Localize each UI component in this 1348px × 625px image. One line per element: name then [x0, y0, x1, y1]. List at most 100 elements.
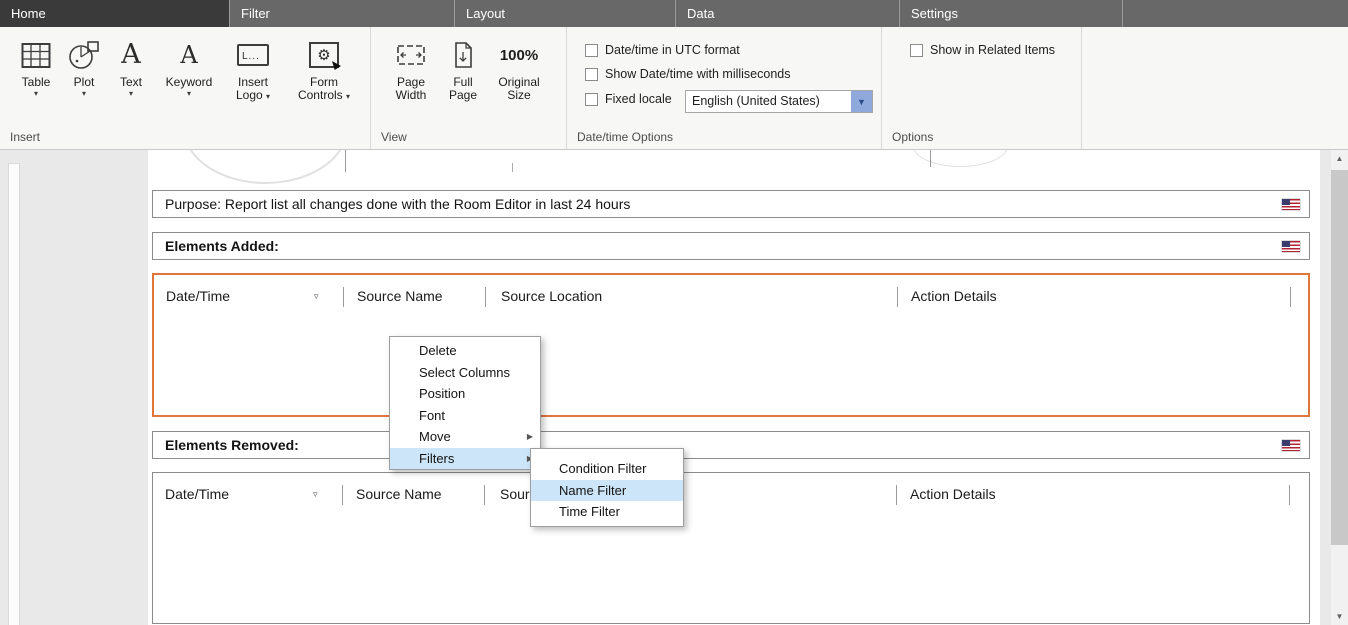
form-controls-button[interactable]: ⚙ Form Controls ▾ [286, 34, 362, 102]
us-flag-icon [1282, 199, 1300, 210]
top-remnant-tick-1 [345, 150, 346, 172]
ribbon-group-datetime: Date/time in UTC format Show Date/time w… [567, 27, 882, 149]
column-header-datetime[interactable]: Date/Time [166, 288, 230, 304]
context-menu: Delete Select Columns Position Font Move… [389, 336, 541, 470]
locale-dropdown-arrow-icon: ▼ [857, 97, 866, 107]
cursor-icon [332, 61, 341, 70]
insert-table-label: Table [22, 76, 51, 89]
scrollbar-thumb[interactable] [1331, 170, 1348, 545]
ribbon-group-insert: Table ▾ Plot ▾ A Text ▾ A Keyword ▾ [0, 27, 371, 149]
menu-item-condition-filter[interactable]: Condition Filter [531, 458, 683, 480]
elements-removed-text: Elements Removed: [165, 432, 299, 458]
menu-item-delete-label: Delete [419, 343, 457, 358]
purpose-element[interactable]: Purpose: Report list all changes done wi… [152, 190, 1310, 218]
menu-item-font-label: Font [419, 408, 445, 423]
elements-added-table[interactable]: Date/Time ▿ Source Name Source Location … [152, 273, 1310, 417]
insert-text-dropdown-icon: ▾ [129, 89, 133, 99]
options-group-label: Options [892, 130, 933, 144]
elements-removed-element[interactable]: Elements Removed: [152, 431, 1310, 459]
menu-item-time-filter[interactable]: Time Filter [531, 501, 683, 523]
datetime-filter-caret-icon[interactable]: ▿ [313, 489, 318, 499]
menu-item-move-label: Move [419, 429, 451, 444]
scroll-up-button[interactable]: ▲ [1331, 150, 1348, 167]
insert-logo-icon-text: L... [242, 50, 260, 63]
fixed-locale-checkbox[interactable] [585, 93, 598, 106]
column-separator [1290, 287, 1291, 307]
datetime-filter-caret-icon[interactable]: ▿ [314, 291, 319, 301]
column-separator [484, 485, 485, 505]
menu-item-position[interactable]: Position [390, 383, 540, 405]
us-flag-icon [1282, 241, 1300, 252]
page-width-label-line2: Width [396, 89, 427, 102]
column-separator [343, 287, 344, 307]
tab-data-label: Data [687, 6, 714, 21]
insert-logo-dropdown-icon: ▾ [266, 92, 270, 101]
scroll-down-button[interactable]: ▼ [1331, 608, 1348, 625]
tab-settings[interactable]: Settings [900, 0, 1123, 27]
full-page-icon [452, 34, 474, 76]
locale-dropdown-button[interactable]: ▼ [851, 91, 872, 112]
insert-logo-button[interactable]: L... Insert Logo ▾ [224, 34, 282, 102]
insert-keyword-dropdown-icon: ▾ [187, 89, 191, 99]
column-header-action-details[interactable]: Action Details [911, 288, 997, 304]
menu-item-filters[interactable]: Filters▶ [390, 448, 540, 470]
menu-item-move[interactable]: Move ▶ [390, 426, 540, 448]
ribbon: Table ▾ Plot ▾ A Text ▾ A Keyword ▾ [0, 27, 1348, 150]
submenu-arrow-icon: ▶ [527, 426, 533, 448]
purpose-text: Purpose: Report list all changes done wi… [165, 191, 630, 217]
insert-table-button[interactable]: Table ▾ [12, 34, 60, 99]
report-page: Purpose: Report list all changes done wi… [148, 150, 1320, 625]
utc-checkbox[interactable] [585, 44, 598, 57]
plot-icon [68, 34, 100, 76]
ribbon-tab-bar: Home Filter Layout Data Settings [0, 0, 1348, 27]
locale-dropdown[interactable]: English (United States) ▼ [685, 90, 873, 113]
column-separator [342, 485, 343, 505]
column-header-source-location[interactable]: Source Location [501, 288, 602, 304]
tab-layout[interactable]: Layout [455, 0, 676, 27]
insert-keyword-button[interactable]: A Keyword ▾ [156, 34, 222, 99]
milliseconds-checkbox-label: Show Date/time with milliseconds [605, 67, 791, 81]
utc-checkbox-label: Date/time in UTC format [605, 43, 740, 57]
insert-group-label: Insert [10, 130, 40, 144]
tab-home-label: Home [11, 6, 46, 21]
us-flag-icon [1282, 440, 1300, 451]
elements-added-element[interactable]: Elements Added: [152, 232, 1310, 260]
insert-plot-button[interactable]: Plot ▾ [62, 34, 106, 99]
column-header-action-details[interactable]: Action Details [910, 486, 996, 502]
original-size-button[interactable]: 100% Original Size [489, 34, 549, 102]
related-items-checkbox[interactable] [910, 44, 923, 57]
document-area: Purpose: Report list all changes done wi… [0, 150, 1348, 625]
tab-data[interactable]: Data [676, 0, 900, 27]
elements-removed-table[interactable]: Date/Time ▿ Source Name Source Location … [152, 472, 1310, 624]
keyword-letter-icon: A [180, 40, 197, 70]
filters-submenu: Condition Filter Name Filter Time Filter [530, 448, 684, 527]
menu-item-condition-filter-label: Condition Filter [559, 461, 646, 476]
milliseconds-checkbox[interactable] [585, 68, 598, 81]
insert-text-button[interactable]: A Text ▾ [108, 34, 154, 99]
menu-item-name-filter[interactable]: Name Filter [531, 480, 683, 502]
column-separator [897, 287, 898, 307]
column-header-source-name[interactable]: Source Name [357, 288, 443, 304]
gear-icon: ⚙ [317, 48, 330, 63]
datetime-group-label: Date/time Options [577, 130, 673, 144]
insert-text-label: Text [120, 76, 142, 89]
logo-watermark-arc-2 [913, 150, 1008, 167]
column-header-source-name[interactable]: Source Name [356, 486, 442, 502]
tab-filter-label: Filter [241, 6, 270, 21]
menu-item-filters-label: Filters [419, 451, 454, 466]
menu-item-select-columns[interactable]: Select Columns [390, 362, 540, 384]
tab-filter[interactable]: Filter [230, 0, 455, 27]
tab-home[interactable]: Home [0, 0, 230, 27]
page-width-button[interactable]: Page Width [385, 34, 437, 102]
original-size-value: 100% [500, 49, 538, 62]
menu-item-position-label: Position [419, 386, 465, 401]
insert-logo-icon: L... [237, 44, 269, 66]
vertical-scrollbar[interactable]: ▲ ▼ [1331, 150, 1348, 625]
menu-item-font[interactable]: Font [390, 405, 540, 427]
full-page-button[interactable]: Full Page [441, 34, 485, 102]
column-separator [896, 485, 897, 505]
menu-item-delete[interactable]: Delete [390, 340, 540, 362]
menu-item-time-filter-label: Time Filter [559, 504, 620, 519]
column-header-datetime[interactable]: Date/Time [165, 486, 229, 502]
tab-layout-label: Layout [466, 6, 505, 21]
